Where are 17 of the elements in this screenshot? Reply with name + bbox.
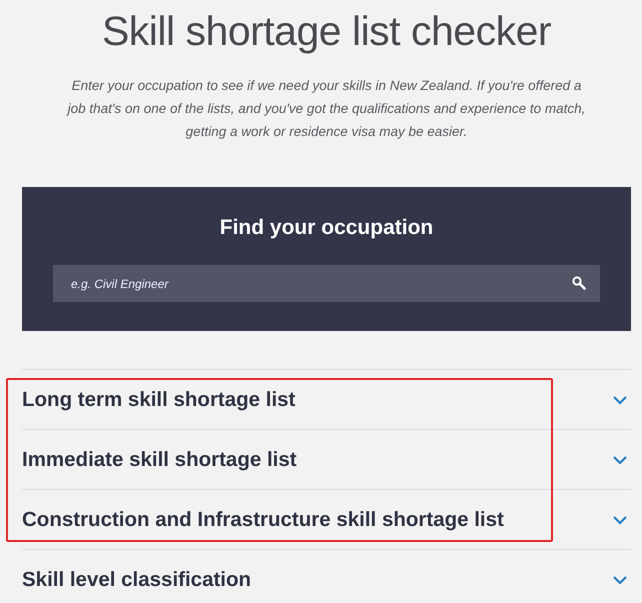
intro-text: Enter your occupation to see if we need your skills in New Zealand. If you're offered a job that's on one of the lists, and you've got the qualifications and experience to match, getting a work or residence visa may be easier. (65, 77, 586, 141)
accordion-label: Immediate skill shortage list (22, 448, 297, 472)
chevron-icon (612, 394, 628, 406)
accordion-item[interactable]: Skill level classification (22, 550, 631, 603)
chevron-icon (612, 574, 628, 586)
accordion-item[interactable]: Immediate skill shortage list (22, 430, 631, 490)
accordion-item[interactable]: Construction and Infrastructure skill shortage list (22, 490, 631, 550)
search-field[interactable]: e.g. Civil Engineer (53, 265, 600, 302)
accordion-item[interactable]: Long term skill shortage list (22, 370, 631, 430)
accordion-label: Construction and Infrastructure skill shortage list (22, 508, 504, 532)
accordion-label: Skill level classification (22, 568, 252, 592)
chevron-icon (612, 514, 628, 526)
chevron-icon (612, 454, 628, 466)
accordion-label: Long term skill shortage list (22, 388, 296, 412)
page-title: Skill shortage list checker (100, 7, 552, 56)
panel-heading: Find your occupation (220, 215, 434, 241)
search-icon[interactable] (572, 276, 586, 290)
